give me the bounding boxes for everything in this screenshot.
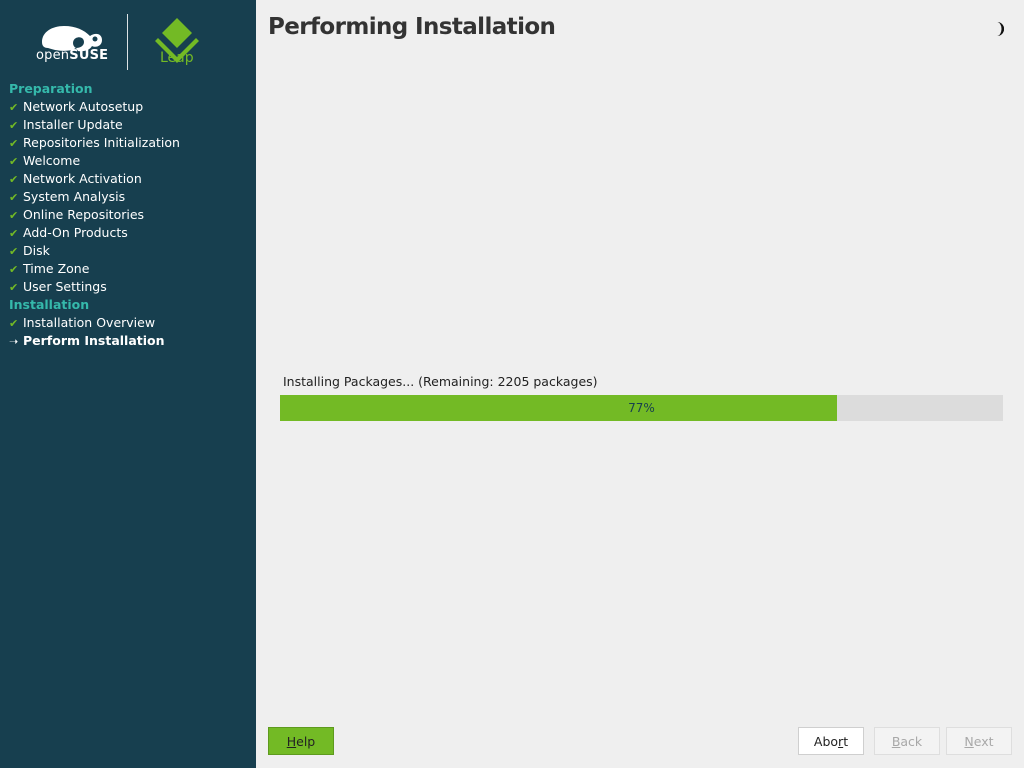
half-moon-icon[interactable] (992, 20, 1008, 38)
logo-area: openSUSE Leap (0, 0, 256, 80)
abort-label-before: Abo (813, 734, 839, 749)
leap-wordmark: Leap (160, 50, 194, 66)
step-label: Welcome (23, 153, 81, 168)
page-title: Performing Installation (268, 14, 556, 40)
step-label: Repositories Initialization (23, 135, 180, 150)
next-button[interactable]: Next (946, 727, 1012, 755)
help-mnemonic: H (286, 734, 297, 749)
abort-label-rest: t (843, 734, 849, 749)
check-icon: ✔ (9, 173, 19, 186)
step-label: Installer Update (23, 117, 123, 132)
step-network-activation: ✔ Network Activation (9, 170, 255, 188)
check-icon: ✔ (9, 281, 19, 294)
progress-label: Installing Packages... (Remaining: 2205 … (283, 374, 598, 389)
step-label: Perform Installation (23, 333, 165, 348)
step-system-analysis: ✔ System Analysis (9, 188, 255, 206)
check-icon: ✔ (9, 191, 19, 204)
section-header-preparation: Preparation (9, 81, 93, 96)
help-label-rest: elp (296, 734, 316, 749)
step-label: Time Zone (23, 261, 90, 276)
step-label: Network Autosetup (23, 99, 144, 114)
step-disk: ✔ Disk (9, 242, 255, 260)
step-welcome: ✔ Welcome (9, 152, 255, 170)
next-mnemonic: N (964, 734, 974, 749)
opensuse-wordmark-prefix: open (36, 48, 70, 63)
check-icon: ✔ (9, 227, 19, 240)
step-label: Disk (23, 243, 50, 258)
check-icon: ✔ (9, 101, 19, 114)
check-icon: ✔ (9, 209, 19, 222)
step-label: Network Activation (23, 171, 142, 186)
step-user-settings: ✔ User Settings (9, 278, 255, 296)
check-icon: ✔ (9, 263, 19, 276)
opensuse-wordmark: openSUSE (36, 48, 108, 63)
step-label: User Settings (23, 279, 107, 294)
arrow-right-icon: ➝ (9, 335, 19, 348)
step-network-autosetup: ✔ Network Autosetup (9, 98, 255, 116)
help-button[interactable]: Help (268, 727, 334, 755)
opensuse-wordmark-suffix: SUSE (69, 48, 109, 63)
sidebar: openSUSE Leap Preparation ✔ Network Autos… (0, 0, 256, 768)
step-time-zone: ✔ Time Zone (9, 260, 255, 278)
step-online-repositories: ✔ Online Repositories (9, 206, 255, 224)
step-label: Installation Overview (23, 315, 156, 330)
back-button[interactable]: Back (874, 727, 940, 755)
check-icon: ✔ (9, 137, 19, 150)
step-perform-installation: ➝ Perform Installation (9, 332, 255, 350)
step-repositories-initialization: ✔ Repositories Initialization (9, 134, 255, 152)
step-label: Add-On Products (23, 225, 128, 240)
logo-divider (127, 14, 128, 70)
abort-button[interactable]: Abort (798, 727, 864, 755)
step-add-on-products: ✔ Add-On Products (9, 224, 255, 242)
check-icon: ✔ (9, 317, 19, 330)
step-label: System Analysis (23, 189, 126, 204)
check-icon: ✔ (9, 155, 19, 168)
back-label-rest: ack (900, 734, 923, 749)
step-installation-overview: ✔ Installation Overview (9, 314, 255, 332)
installation-steps: Preparation ✔ Network Autosetup ✔ Installe… (9, 80, 255, 350)
main-content: Performing Installation Installing Packa… (256, 0, 1024, 768)
check-icon: ✔ (9, 119, 19, 132)
step-label: Online Repositories (23, 207, 145, 222)
progress-percent-text: 77% (628, 401, 655, 415)
step-installer-update: ✔ Installer Update (9, 116, 255, 134)
next-label-rest: ext (973, 734, 994, 749)
section-header-installation: Installation (9, 297, 90, 312)
check-icon: ✔ (9, 245, 19, 258)
installation-progress-bar: 77% (280, 395, 1003, 421)
